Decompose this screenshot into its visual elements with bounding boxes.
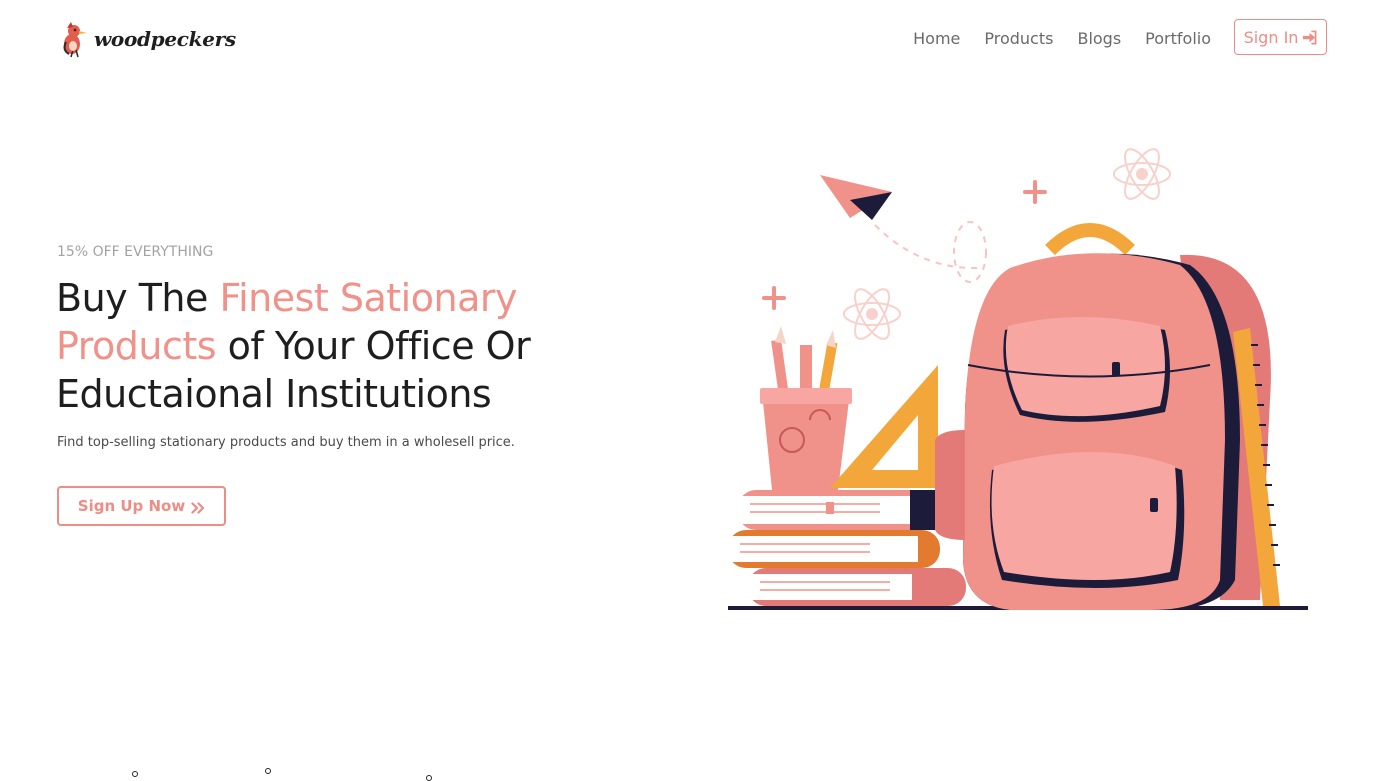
sign-in-button[interactable]: Sign In	[1234, 19, 1327, 55]
hero-illustration	[720, 140, 1320, 620]
brand-link[interactable]: woodpeckers	[57, 20, 236, 58]
nav-link-products[interactable]: Products	[984, 28, 1053, 50]
discount-eyebrow: 15% OFF EVERYTHING	[57, 244, 214, 260]
nav-link-portfolio[interactable]: Portfolio	[1145, 28, 1211, 50]
double-chevron-right-icon	[191, 500, 205, 514]
nav-links: Home Products Blogs Portfolio	[913, 28, 1211, 50]
books-stack-icon	[728, 490, 966, 606]
paper-plane-icon	[820, 175, 987, 283]
headline-part-1: Buy The	[56, 276, 220, 320]
sign-up-label: Sign Up Now	[77, 497, 186, 515]
brand-name: woodpeckers	[94, 27, 236, 51]
backpack-icon	[935, 223, 1271, 611]
decorative-dot	[265, 768, 271, 774]
hero-headline: Buy The Finest Sationary Products of You…	[56, 274, 616, 418]
hero-subtext: Find top-selling stationary products and…	[57, 435, 515, 450]
decorative-dot	[132, 771, 138, 777]
pencil-cup-icon	[760, 326, 852, 490]
woodpecker-logo-icon	[57, 20, 89, 58]
page: woodpeckers Home Products Blogs Portfoli…	[0, 0, 1389, 781]
navbar: woodpeckers Home Products Blogs Portfoli…	[0, 0, 1389, 78]
nav-link-home[interactable]: Home	[913, 28, 960, 50]
sign-up-now-button[interactable]: Sign Up Now	[57, 486, 226, 526]
decorative-dot	[426, 775, 432, 781]
sign-in-label: Sign In	[1243, 27, 1299, 47]
sign-in-icon	[1302, 30, 1317, 45]
triangle-ruler-icon	[830, 365, 938, 488]
nav-link-blogs[interactable]: Blogs	[1077, 28, 1121, 50]
